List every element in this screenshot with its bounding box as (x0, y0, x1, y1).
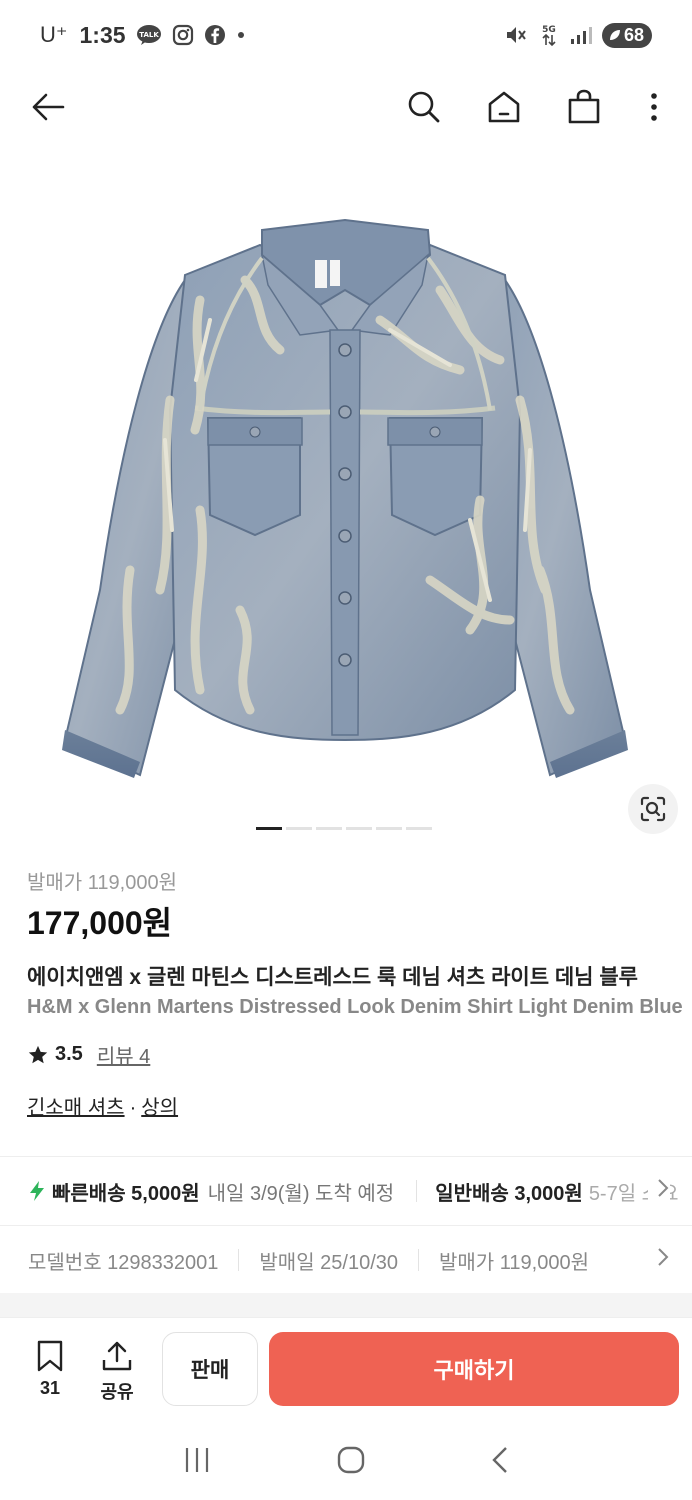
status-time: 1:35 (79, 21, 126, 48)
instagram-icon (172, 24, 194, 46)
back-arrow-icon (32, 93, 65, 121)
mute-icon (504, 24, 528, 46)
pager-dot[interactable] (256, 827, 282, 830)
star-icon (28, 1045, 48, 1063)
lens-search-icon (640, 796, 666, 822)
category-link-long-sleeve-shirts[interactable]: 긴소매 셔츠 (27, 1097, 125, 1119)
recent-apps-button[interactable] (182, 1446, 212, 1479)
search-button[interactable] (402, 85, 446, 129)
image-pager (256, 827, 432, 830)
separator (418, 1249, 419, 1271)
home-icon (488, 91, 520, 123)
back-button[interactable] (26, 85, 70, 129)
chevron-right-icon (648, 1177, 670, 1205)
bookmark-button[interactable]: 31 (25, 1340, 75, 1399)
chevron-right-icon (648, 1246, 670, 1274)
home-circle-icon (337, 1446, 365, 1474)
cart-button[interactable] (562, 85, 606, 129)
lightning-bolt-icon (30, 1181, 44, 1201)
product-title-korean: 에이치앤엠 x 글렌 마틴스 디스트레스드 룩 데님 셔츠 라이트 데님 블루 (27, 966, 638, 989)
rating-row: 3.5 리뷰 4 (27, 1040, 150, 1069)
release-price: 발매가 119,000원 (439, 1251, 589, 1274)
network-5g-icon: 5G (538, 22, 560, 48)
system-back-button[interactable] (490, 1445, 510, 1480)
divider (0, 1225, 692, 1226)
divider (0, 1156, 692, 1157)
network-label: 5G (542, 25, 556, 35)
product-title-english: H&M x Glenn Martens Distressed Look Deni… (27, 996, 683, 1018)
category-breadcrumb: 긴소매 셔츠 · 상의 (27, 1091, 178, 1120)
bottom-action-bar: 31 공유 판매 구매하기 (0, 1317, 692, 1425)
signal-icon (570, 25, 592, 45)
denim-jacket-image (62, 218, 628, 778)
recent-apps-icon (185, 1448, 209, 1472)
top-navigation (0, 70, 692, 144)
facebook-icon (204, 24, 226, 46)
more-button[interactable] (642, 85, 666, 129)
home-nav-button[interactable] (336, 1445, 366, 1480)
notification-dot-icon (236, 30, 246, 40)
pager-dot[interactable] (376, 827, 402, 830)
original-price: 발매가 119,000원 (27, 872, 177, 894)
battery-leaf-icon (609, 30, 620, 40)
bookmark-icon (37, 1340, 63, 1372)
visual-search-button[interactable] (628, 784, 678, 834)
battery-indicator: 68 (601, 22, 652, 48)
talk-badge-text: TALK (139, 31, 159, 39)
carrier-label: U⁺ (40, 22, 68, 47)
sell-button[interactable]: 판매 (162, 1332, 258, 1406)
separator (416, 1180, 418, 1202)
system-navigation-bar (0, 1425, 692, 1500)
home-button[interactable] (482, 85, 526, 129)
pager-dot[interactable] (406, 827, 432, 830)
status-bar: U⁺ 1:35 TALK 5G 68 (0, 0, 692, 70)
category-separator: · (129, 1097, 137, 1119)
kakaotalk-icon: TALK (136, 24, 162, 46)
shopping-bag-icon (568, 89, 600, 124)
more-vertical-icon (651, 93, 657, 121)
section-spacer (0, 1293, 692, 1317)
product-details-row[interactable]: 모델번호 1298332001 발매일 25/10/30 발매가 119,000… (0, 1227, 692, 1293)
share-button[interactable]: 공유 (92, 1340, 142, 1404)
share-label: 공유 (100, 1382, 134, 1402)
review-link[interactable]: 리뷰 4 (97, 1040, 150, 1069)
pager-dot[interactable] (346, 827, 372, 830)
search-icon (408, 91, 440, 123)
separator (238, 1249, 240, 1271)
fast-delivery-label: 빠른배송 5,000원 (52, 1182, 200, 1205)
product-image[interactable] (0, 150, 692, 840)
system-back-icon (492, 1447, 507, 1473)
share-icon (102, 1341, 132, 1371)
fast-delivery-date: 내일 3/9(월) 도착 예정 (207, 1182, 395, 1205)
battery-level: 68 (623, 24, 644, 45)
current-price: 177,000원 (27, 905, 173, 941)
release-date: 발매일 25/10/30 (259, 1251, 398, 1274)
rating-value: 3.5 (55, 1043, 83, 1065)
shipping-options-row[interactable]: 빠른배송 5,000원 내일 3/9(월) 도착 예정 일반배송 3,000원 … (0, 1158, 692, 1224)
pager-dot[interactable] (286, 827, 312, 830)
buy-button[interactable]: 구매하기 (269, 1332, 679, 1406)
normal-delivery-label: 일반배송 3,000원 (435, 1182, 583, 1205)
category-link-tops[interactable]: 상의 (141, 1097, 178, 1119)
pager-dot[interactable] (316, 827, 342, 830)
bookmark-count: 31 (39, 1378, 61, 1398)
model-number: 모델번호 1298332001 (28, 1251, 219, 1274)
